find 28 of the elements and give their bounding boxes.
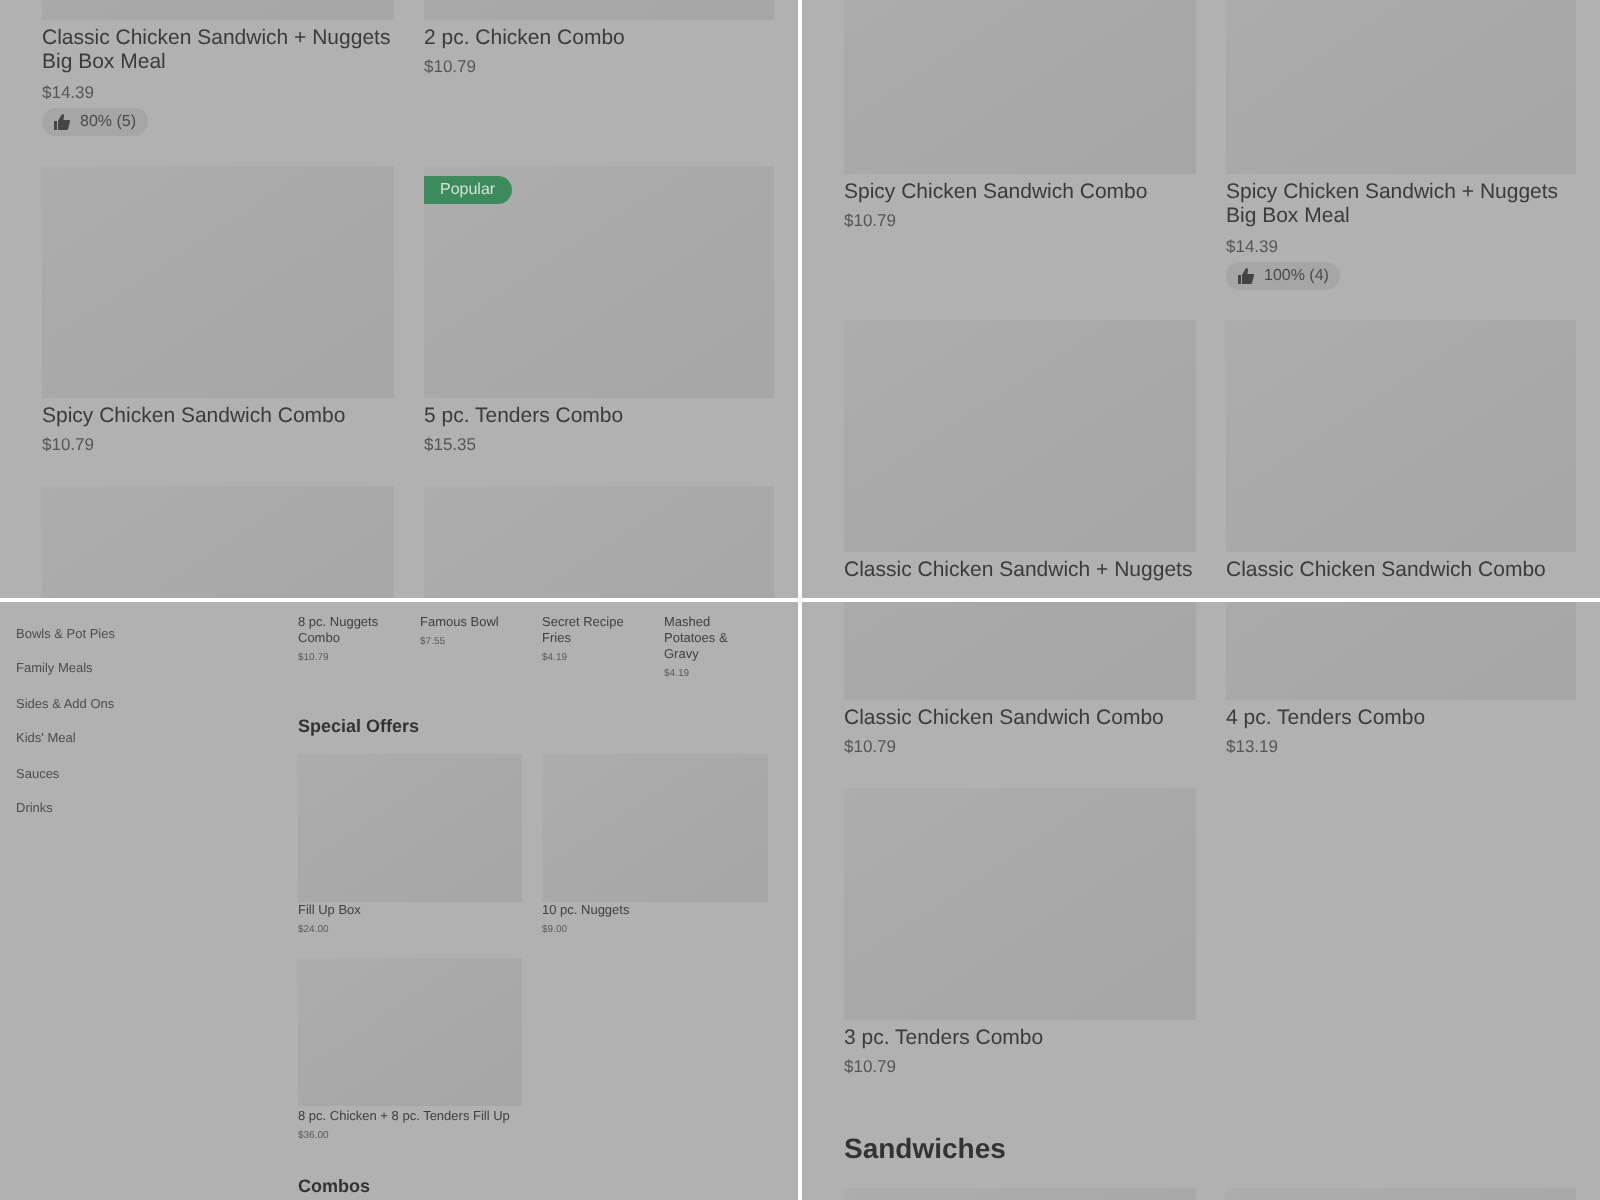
- item-title: Spicy Chicken Sandwich Combo: [42, 403, 346, 428]
- item-title: Classic Chicken Sandwich + Nuggets Big Box Meal: [42, 25, 393, 75]
- item-price: $10.79: [844, 208, 896, 232]
- item-title: Spicy Chicken Sandwich + Nuggets Big Box Meal: [1226, 179, 1561, 229]
- item-price: $10.79: [844, 734, 896, 758]
- section-heading: Sandwiches: [844, 1130, 1006, 1166]
- thumbs-up-icon: [54, 114, 70, 130]
- item-price: $10.79: [424, 54, 476, 78]
- section-heading: Combos: [298, 1176, 370, 1198]
- thumbs-up-icon: [1238, 268, 1254, 284]
- item-title: Spicy Chicken Sandwich Combo: [844, 179, 1148, 204]
- rating-text: 80% (5): [80, 110, 137, 134]
- item-title: 2 pc. Chicken Combo: [424, 25, 625, 50]
- item-price: $10.79: [844, 1054, 896, 1078]
- item-price: $14.39: [42, 79, 94, 103]
- item-price: $10.79: [42, 432, 94, 456]
- item-price: $13.19: [1226, 734, 1278, 758]
- item-title: 4 pc. Tenders Combo: [1226, 705, 1426, 730]
- item-title: 3 pc. Tenders Combo: [844, 1025, 1044, 1050]
- item-price: $15.35: [424, 432, 476, 456]
- item-title: 5 pc. Tenders Combo: [424, 403, 624, 428]
- rating-text: 100% (4): [1264, 264, 1329, 288]
- item-title: Classic Chicken Sandwich Combo: [844, 705, 1164, 730]
- section-heading: Special Offers: [298, 715, 420, 737]
- item-title: Classic Chicken Sandwich + Nuggets: [844, 557, 1193, 582]
- item-title: Classic Chicken Sandwich Combo: [1226, 557, 1546, 582]
- item-price: $14.39: [1226, 233, 1278, 257]
- highlight-tag: Popular: [424, 176, 512, 204]
